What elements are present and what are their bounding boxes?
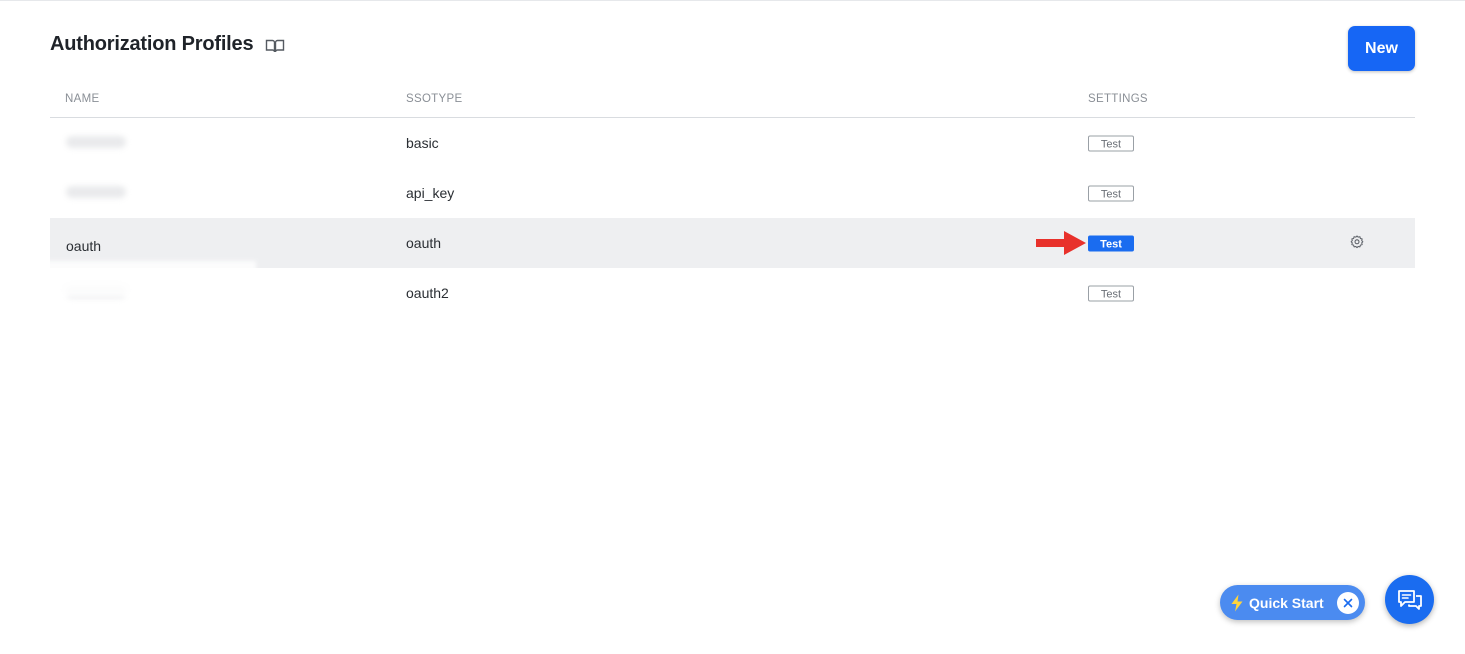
test-button[interactable]: Test	[1088, 135, 1134, 152]
profile-name	[66, 185, 126, 201]
profile-ssotype: api_key	[406, 185, 455, 201]
table-row[interactable]: api_key Test	[50, 168, 1415, 218]
new-profile-button[interactable]: New	[1348, 26, 1415, 71]
quick-start-label: Quick Start	[1249, 594, 1324, 611]
profile-name	[66, 135, 126, 151]
blurred-name	[66, 136, 126, 148]
profile-name: oauth	[66, 238, 102, 254]
row-settings-button[interactable]	[1350, 235, 1364, 252]
profile-ssotype: basic	[406, 135, 439, 151]
page-title: Authorization Profiles	[50, 33, 254, 55]
blurred-name	[66, 186, 126, 198]
red-arrow-icon	[1036, 231, 1086, 255]
gear-icon	[1350, 235, 1364, 249]
book-icon[interactable]	[265, 38, 285, 54]
quick-start-close-button[interactable]	[1337, 591, 1359, 614]
profile-ssotype: oauth	[406, 235, 442, 251]
quick-start-widget[interactable]: Quick Start	[1220, 585, 1365, 620]
bolt-icon	[1230, 594, 1244, 612]
column-header-settings: SETTINGS	[1088, 93, 1148, 105]
column-header-name: NAME	[65, 93, 100, 105]
profile-ssotype: oauth2	[406, 285, 449, 301]
test-button[interactable]: Test	[1088, 185, 1134, 202]
table-row[interactable]: basic Test	[50, 118, 1415, 168]
redaction-overlay	[30, 261, 256, 297]
chat-button[interactable]	[1385, 575, 1434, 624]
close-icon	[1343, 598, 1353, 607]
column-header-ssotype: SSOTYPE	[406, 93, 463, 105]
chat-icon	[1397, 589, 1422, 610]
table-header: NAME SSOTYPE SETTINGS	[50, 81, 1415, 118]
page-header: Authorization Profiles	[50, 33, 285, 56]
test-button[interactable]: Test	[1088, 235, 1134, 252]
test-button[interactable]: Test	[1088, 285, 1134, 302]
